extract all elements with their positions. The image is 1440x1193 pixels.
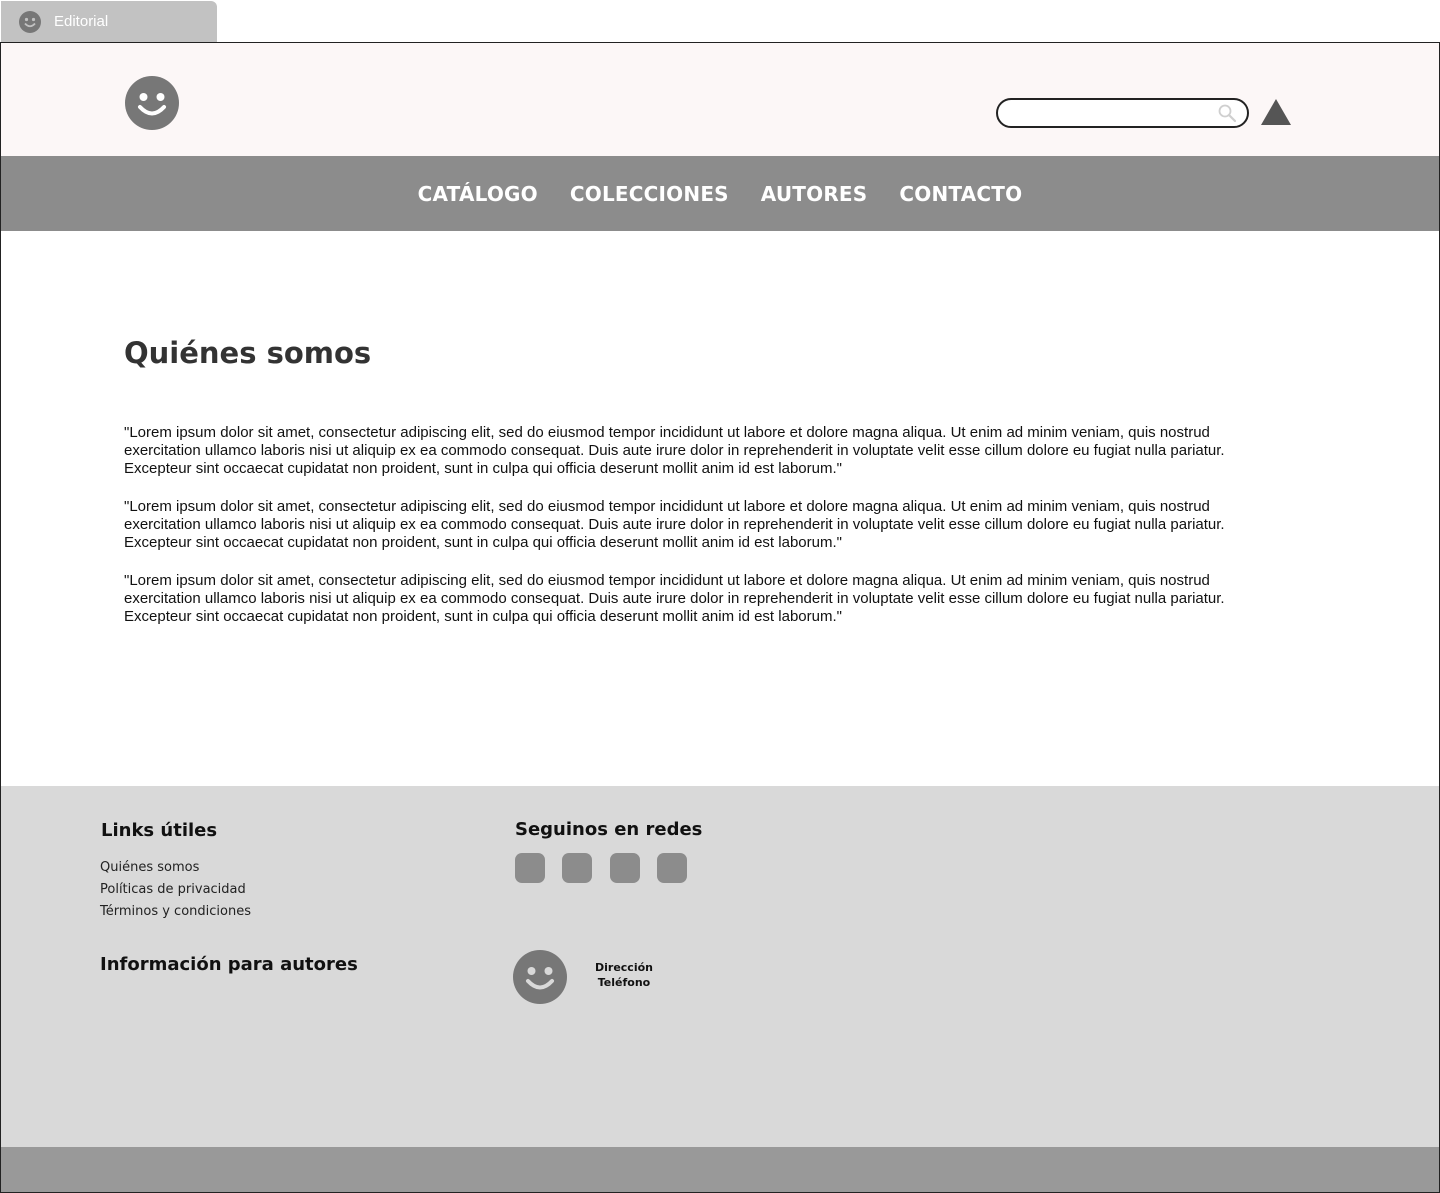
paragraph: "Lorem ipsum dolor sit amet, consectetur… [124, 424, 1225, 477]
social-title: Seguinos en redes [515, 819, 703, 840]
smiley-icon [19, 10, 41, 33]
contact-phone: Teléfono [597, 976, 651, 989]
triangle-icon[interactable] [1261, 99, 1291, 125]
nav-item-contacto[interactable]: CONTACTO [899, 182, 1022, 206]
logo-smiley-icon[interactable] [125, 76, 179, 130]
social-icon-3[interactable] [610, 853, 640, 883]
contact-address: Dirección [595, 961, 653, 974]
tab-editorial[interactable]: Editorial [1, 1, 217, 42]
tab-label: Editorial [54, 13, 109, 30]
main-content: Quiénes somos "Lorem ipsum dolor sit ame… [124, 336, 1294, 625]
site-header [1, 43, 1439, 156]
paragraph: "Lorem ipsum dolor sit amet, consectetur… [124, 498, 1225, 551]
page-title: Quiénes somos [124, 336, 372, 370]
links-title: Links útiles [101, 820, 218, 841]
footer-link-terminos[interactable]: Términos y condiciones [100, 904, 251, 919]
footer-link-quienes-somos[interactable]: Quiénes somos [100, 860, 199, 875]
site-footer: Links útiles Quiénes somos Políticas de … [1, 786, 1439, 1147]
contact-info: Dirección Teléfono [579, 960, 669, 990]
nav-item-autores[interactable]: AUTORES [761, 182, 868, 206]
nav-item-catalogo[interactable]: CATÁLOGO [418, 182, 538, 206]
bottom-bar [1, 1147, 1439, 1192]
social-icon-4[interactable] [657, 853, 687, 883]
main-nav: CATÁLOGO COLECCIONES AUTORES CONTACTO [1, 156, 1439, 231]
footer-link-privacidad[interactable]: Políticas de privacidad [100, 882, 246, 897]
footer-smiley-icon [513, 950, 567, 1004]
nav-item-colecciones[interactable]: COLECCIONES [570, 182, 729, 206]
tab-bar: Editorial [0, 0, 1440, 43]
social-icon-2[interactable] [562, 853, 592, 883]
search-icon[interactable] [1217, 103, 1237, 123]
paragraph: "Lorem ipsum dolor sit amet, consectetur… [124, 572, 1225, 625]
social-icon-1[interactable] [515, 853, 545, 883]
authors-info-title[interactable]: Información para autores [100, 954, 358, 975]
search-input[interactable] [996, 98, 1249, 128]
